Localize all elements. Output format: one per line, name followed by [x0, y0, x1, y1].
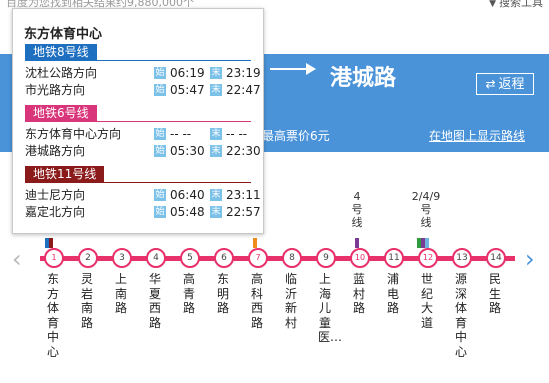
last-train-time: 22:47 [226, 83, 261, 97]
station-name: 高青路 [182, 272, 195, 315]
direction-row: 港城路方向 始 05:30 末 22:30 [25, 143, 261, 159]
station-number: 2 [78, 248, 98, 268]
station-number: 4 [146, 248, 166, 268]
chevron-left-icon[interactable]: ‹ [12, 245, 24, 273]
line-rule [25, 60, 251, 61]
first-train-tag: 始 [154, 128, 166, 140]
last-train-tag: 末 [210, 128, 222, 140]
transfer-label-century-avenue: 2/4/9 号线 [411, 190, 441, 229]
chevron-right-icon[interactable]: › [525, 245, 537, 273]
station-name: 民生路 [488, 272, 501, 315]
station-name: 上海儿童医… [318, 272, 343, 344]
transfer-label-lancun: 4 号线 [342, 190, 372, 229]
direction-name: 迪士尼方向 [25, 188, 86, 202]
route-arrow-icon [270, 63, 316, 75]
direction-name: 东方体育中心方向 [25, 127, 122, 141]
fare-info: 最高票价6元 [262, 129, 330, 143]
first-train-tag: 始 [154, 67, 166, 79]
line9-tick [425, 238, 429, 248]
last-train-time: 22:57 [226, 205, 261, 219]
show-on-map-link[interactable]: 在地图上显示路线 [429, 127, 525, 144]
line7-tick [253, 238, 257, 248]
station-number: 14 [486, 248, 506, 268]
direction-name: 港城路方向 [25, 144, 86, 158]
transfer-lines: 4 [353, 190, 361, 203]
station-number: 13 [452, 248, 472, 268]
station-name: 世纪大道 [420, 272, 433, 330]
last-train-time: 23:11 [226, 188, 261, 202]
line-header: 地铁11号线 [13, 166, 263, 183]
direction-name: 市光路方向 [25, 83, 86, 97]
direction-name: 沈杜公路方向 [25, 66, 98, 80]
station-timetable-popup: 东方体育中心 地铁8号线 沈杜公路方向始 06:19 末 23:19 市光路方向始 05:4… [12, 8, 264, 234]
popup-station-title: 东方体育中心 [24, 27, 103, 42]
first-train-tag: 始 [154, 189, 166, 201]
station-name: 蓝村路 [352, 272, 365, 315]
first-train-time: 06:40 [170, 188, 205, 202]
first-train-time: 06:19 [170, 66, 205, 80]
last-train-time: -- -- [226, 127, 248, 141]
station-name: 华夏西路 [148, 272, 161, 330]
line-rule [25, 121, 251, 122]
transfer-station-icon: 12 [418, 248, 438, 268]
station-name: 高科西路 [250, 272, 263, 330]
last-train-tag: 末 [210, 67, 222, 79]
transfer-suffix: 号线 [420, 203, 432, 229]
filter-icon: ▼ [489, 0, 496, 9]
station-number: 5 [180, 248, 200, 268]
station-name: 灵岩南路 [80, 272, 93, 330]
first-train-tag: 始 [154, 84, 166, 96]
last-train-tag: 末 [210, 145, 222, 157]
transfer-station-icon: 1 [44, 248, 64, 268]
direction-row: 沈杜公路方向 始 06:19 末 23:19 [25, 65, 261, 81]
station-name: 临沂新村 [284, 272, 297, 330]
direction-row: 东方体育中心方向 始 -- -- 末 -- -- [25, 126, 255, 142]
search-tools-button[interactable]: ▼ 搜索工具 [489, 0, 543, 10]
transfer-station-icon: 10 [350, 248, 370, 268]
station-name: 东方体育中心 [46, 272, 59, 359]
transfer-suffix: 号线 [351, 203, 363, 229]
line-rule [25, 182, 251, 183]
first-train-tag: 始 [154, 206, 166, 218]
last-train-time: 22:30 [226, 144, 261, 158]
last-train-time: 23:19 [226, 66, 261, 80]
first-train-time: -- -- [170, 127, 192, 141]
last-train-tag: 末 [210, 206, 222, 218]
line4-tick [355, 238, 359, 248]
direction-name: 嘉定北方向 [25, 205, 86, 219]
station-number: 6 [214, 248, 234, 268]
last-train-tag: 末 [210, 84, 222, 96]
line-badge: 地铁6号线 [25, 105, 97, 122]
station-name: 源深体育中心 [454, 272, 467, 359]
line11-tick [49, 238, 53, 248]
direction-row: 市光路方向 始 05:47 末 22:47 [25, 82, 261, 98]
search-tools-label: 搜索工具 [499, 0, 543, 9]
station-number: 11 [384, 248, 404, 268]
first-train-time: 05:30 [170, 144, 205, 158]
station-name: 浦电路 [386, 272, 399, 315]
last-train-tag: 末 [210, 189, 222, 201]
line-header: 地铁6号线 [13, 105, 263, 122]
transfer-station-icon: 7 [248, 248, 268, 268]
station-number: 3 [112, 248, 132, 268]
direction-row: 迪士尼方向 始 06:40 末 23:11 [25, 187, 261, 203]
direction-row: 嘉定北方向 始 05:48 末 22:57 [25, 204, 261, 220]
station-name: 上南路 [114, 272, 127, 315]
destination-station: 港城路 [330, 66, 397, 91]
station-name: 东明路 [216, 272, 229, 315]
station-number: 8 [282, 248, 302, 268]
line-header: 地铁8号线 [13, 44, 263, 61]
first-train-tag: 始 [154, 145, 166, 157]
station-number: 9 [316, 248, 336, 268]
transfer-lines: 2/4/9 [411, 190, 441, 203]
swap-icon: ⇄ [485, 77, 496, 91]
first-train-time: 05:48 [170, 205, 205, 219]
first-train-time: 05:47 [170, 83, 205, 97]
line-badge: 地铁8号线 [25, 44, 97, 61]
return-trip-button[interactable]: ⇄ 返程 [476, 73, 534, 95]
return-label: 返程 [498, 77, 525, 92]
line-badge: 地铁11号线 [25, 166, 105, 183]
